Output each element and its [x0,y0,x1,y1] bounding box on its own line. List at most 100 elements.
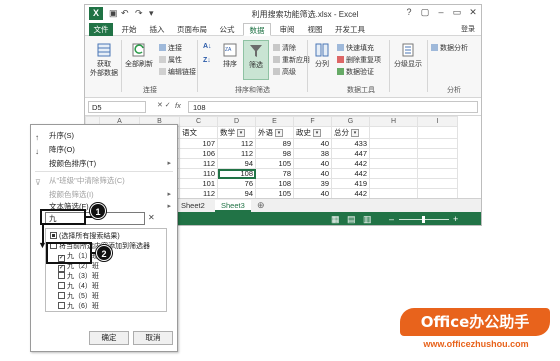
cell[interactable]: 38 [293,148,332,159]
fx-icon[interactable]: fx [175,101,181,110]
sort-ascending-item[interactable]: ↑ 升序(S) [31,129,177,142]
sort-descending-item[interactable]: ↓ 降序(O) [31,143,177,156]
cell[interactable]: 442 [331,158,370,169]
cell[interactable]: 112 [217,138,256,149]
minimize-button[interactable]: – [435,7,447,17]
checkbox-checked[interactable]: ✓ [58,265,65,272]
header-cell-total[interactable]: 总分 ▾ [331,126,370,139]
column-header[interactable]: E [255,116,294,127]
clear-search-icon[interactable]: ✕ [148,213,155,222]
refresh-all-button[interactable]: 全部刷新 [123,42,155,69]
cell[interactable]: 89 [255,138,294,149]
advanced-button[interactable]: 高级 [273,67,296,77]
cell[interactable]: 39 [293,178,332,189]
sheet-tab-sheet3[interactable]: Sheet3 [215,200,251,212]
filter-dropdown-icon[interactable]: ▾ [351,129,359,138]
checkbox-unchecked[interactable] [58,302,65,309]
cell[interactable]: 447 [331,148,370,159]
empty-cell[interactable] [369,126,418,139]
zoom-out-icon[interactable]: – [389,214,394,224]
cell[interactable]: 419 [331,178,370,189]
cell[interactable]: 112 [179,188,218,199]
cell[interactable]: 442 [331,188,370,199]
maximize-button[interactable]: ▭ [451,7,463,18]
quick-access-menu-button[interactable]: ▾ [149,8,154,19]
clear-filter-item[interactable]: ⊽ 从"班级"中清除筛选(C) [31,174,177,187]
cell[interactable]: 106 [179,148,218,159]
cell[interactable]: 105 [255,188,294,199]
tab-developer[interactable]: 开发工具 [331,23,369,36]
cell[interactable] [369,168,418,179]
cell[interactable] [417,148,458,159]
sort-by-color-item[interactable]: 按颜色排序(T) ▸ [31,157,177,170]
add-sheet-icon[interactable]: ⊕ [257,200,265,211]
cell[interactable]: 98 [255,148,294,159]
save-icon[interactable]: ▣ [109,8,118,19]
list-item[interactable]: 九（4）班 [58,282,99,291]
column-header[interactable]: G [331,116,370,127]
cell[interactable]: 101 [179,178,218,189]
cell[interactable]: 112 [179,158,218,169]
page-break-view-icon[interactable]: ▥ [363,214,372,225]
filter-dropdown-icon[interactable]: ▾ [237,129,245,138]
cell[interactable] [369,138,418,149]
tab-file[interactable]: 文件 [89,23,113,36]
get-external-data-button[interactable]: 获取 外部数据 [89,42,119,78]
checkbox-partial[interactable] [50,232,57,239]
properties-button[interactable]: 属性 [159,55,182,65]
cell[interactable] [417,168,458,179]
cell[interactable] [369,148,418,159]
tab-data[interactable]: 数据 [243,23,271,36]
cell[interactable] [369,188,418,199]
redo-button[interactable]: ↷ [135,8,143,19]
cell[interactable]: 112 [217,148,256,159]
checkbox-unchecked[interactable] [58,272,65,279]
cell[interactable]: 76 [217,178,256,189]
sort-za-button[interactable]: Z↓ [203,57,211,64]
tab-insert[interactable]: 插入 [145,23,169,36]
cell[interactable] [417,158,458,169]
page-layout-view-icon[interactable]: ▤ [347,214,356,225]
cancel-button[interactable]: 取消 [133,331,173,345]
help-button[interactable]: ? [403,7,415,17]
list-item[interactable]: 九（5）班 [58,292,99,301]
clear-button[interactable]: 清除 [273,43,296,53]
cell[interactable] [417,178,458,189]
tab-view[interactable]: 视图 [303,23,327,36]
column-header[interactable]: F [293,116,332,127]
filter-button[interactable]: 筛选 [243,40,269,80]
zoom-slider-handle[interactable] [422,216,425,223]
outline-button[interactable]: 分级显示 [391,42,425,69]
empty-cell[interactable] [417,126,458,139]
header-cell-english[interactable]: 外语 ▾ [255,126,294,139]
text-to-columns-button[interactable]: 分列 [311,42,333,69]
flash-fill-button[interactable]: 快速填充 [337,43,374,53]
undo-button[interactable]: ↶ [121,8,129,19]
tab-home[interactable]: 开始 [117,23,141,36]
tab-formulas[interactable]: 公式 [215,23,239,36]
checkbox-unchecked[interactable] [58,292,65,299]
cell[interactable] [369,158,418,169]
close-button[interactable]: ✕ [467,7,479,18]
cell[interactable]: 40 [293,168,332,179]
data-analysis-button[interactable]: 数据分析 [431,43,468,53]
formula-input[interactable]: 108 [188,101,478,113]
cell[interactable]: 105 [255,158,294,169]
list-item[interactable]: (选择所有搜索结果) [50,232,120,241]
cell[interactable] [369,178,418,189]
sort-button[interactable]: ZA 排序 [219,42,241,69]
cell[interactable]: 40 [293,188,332,199]
sort-az-button[interactable]: A↓ [203,43,212,50]
selected-cell[interactable]: 108 [217,168,256,179]
column-header[interactable]: D [217,116,256,127]
sheet-tab-sheet2[interactable]: Sheet2 [175,200,211,212]
tab-review[interactable]: 审阅 [275,23,299,36]
connections-button[interactable]: 连接 [159,43,182,53]
cell[interactable]: 108 [255,178,294,189]
cell[interactable] [417,188,458,199]
tab-page-layout[interactable]: 页面布局 [173,23,211,36]
zoom-in-icon[interactable]: + [453,214,458,224]
cell[interactable] [417,138,458,149]
formula-cancel-icon[interactable]: ✕ ✓ [157,101,171,109]
column-header[interactable]: I [417,116,458,127]
